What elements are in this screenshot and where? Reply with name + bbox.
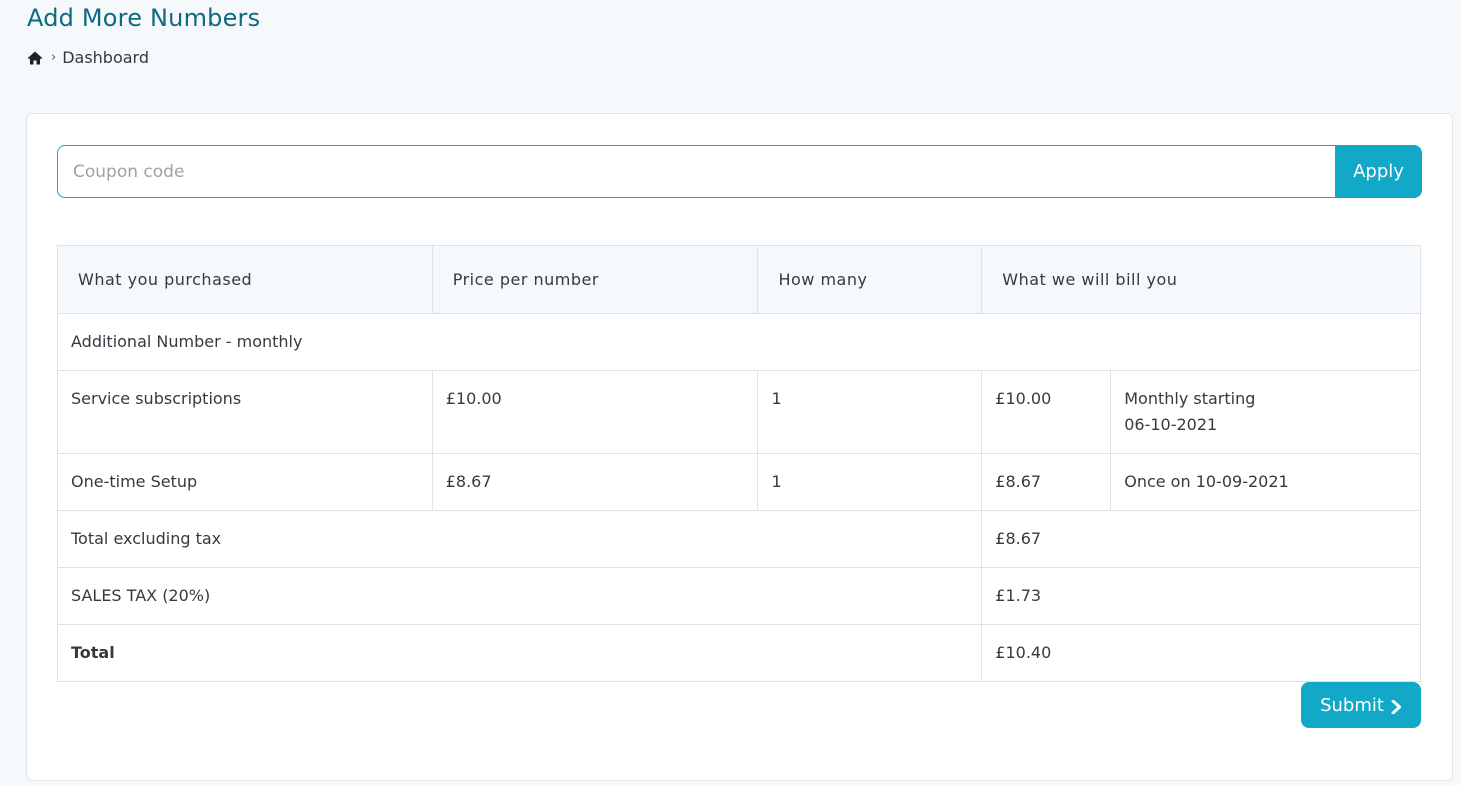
item-price: £8.67 xyxy=(431,453,759,511)
submit-label: Submit xyxy=(1320,694,1384,716)
total-label: Total xyxy=(56,624,983,682)
subtotal-value: £8.67 xyxy=(981,510,1421,568)
section-label: Additional Number - monthly xyxy=(57,313,1421,371)
page-title: Add More Numbers xyxy=(27,4,261,32)
breadcrumb-separator: › xyxy=(51,50,57,65)
header-purchased: What you purchased xyxy=(57,245,433,314)
item-schedule: Once on 10-09-2021 xyxy=(1110,453,1421,511)
item-schedule: Monthly starting 06-10-2021 xyxy=(1110,370,1421,454)
header-quantity: How many xyxy=(757,245,983,314)
breadcrumb-dashboard[interactable]: Dashboard xyxy=(62,48,149,67)
tax-value: £1.73 xyxy=(981,567,1421,625)
item-name: One-time Setup xyxy=(57,453,433,511)
order-card: Apply What you purchased Price per numbe… xyxy=(26,113,1453,781)
section-row: Additional Number - monthly xyxy=(57,313,1421,371)
submit-button[interactable]: Submit xyxy=(1301,682,1421,728)
header-bill: What we will bill you xyxy=(981,245,1421,314)
item-bill: £8.67 xyxy=(981,453,1112,511)
tax-label: SALES TAX (20%) xyxy=(56,567,983,625)
schedule-line: Monthly starting xyxy=(1124,389,1256,408)
subtotal-label: Total excluding tax xyxy=(56,510,983,568)
order-summary-table: What you purchased Price per number How … xyxy=(56,245,1421,682)
apply-button[interactable]: Apply xyxy=(1335,145,1422,198)
total-row: Total £10.40 xyxy=(56,624,1421,682)
breadcrumb: › Dashboard xyxy=(27,48,149,67)
item-quantity: 1 xyxy=(757,453,983,511)
item-name: Service subscriptions xyxy=(57,370,433,454)
table-row: One-time Setup £8.67 1 £8.67 Once on 10-… xyxy=(57,453,1421,511)
home-icon[interactable] xyxy=(27,50,43,66)
item-quantity: 1 xyxy=(757,370,983,454)
tax-row: SALES TAX (20%) £1.73 xyxy=(56,567,1421,625)
chevron-right-icon xyxy=(1390,698,1402,715)
schedule-line: 06-10-2021 xyxy=(1124,415,1218,434)
total-value: £10.40 xyxy=(981,624,1421,682)
coupon-code-input[interactable] xyxy=(57,145,1335,198)
item-bill: £10.00 xyxy=(981,370,1112,454)
subtotal-row: Total excluding tax £8.67 xyxy=(56,510,1421,568)
coupon-form: Apply xyxy=(57,145,1422,198)
table-row: Service subscriptions £10.00 1 £10.00 Mo… xyxy=(57,370,1421,454)
item-price: £10.00 xyxy=(431,370,759,454)
table-header-row: What you purchased Price per number How … xyxy=(57,245,1421,314)
header-price: Price per number xyxy=(431,245,759,314)
